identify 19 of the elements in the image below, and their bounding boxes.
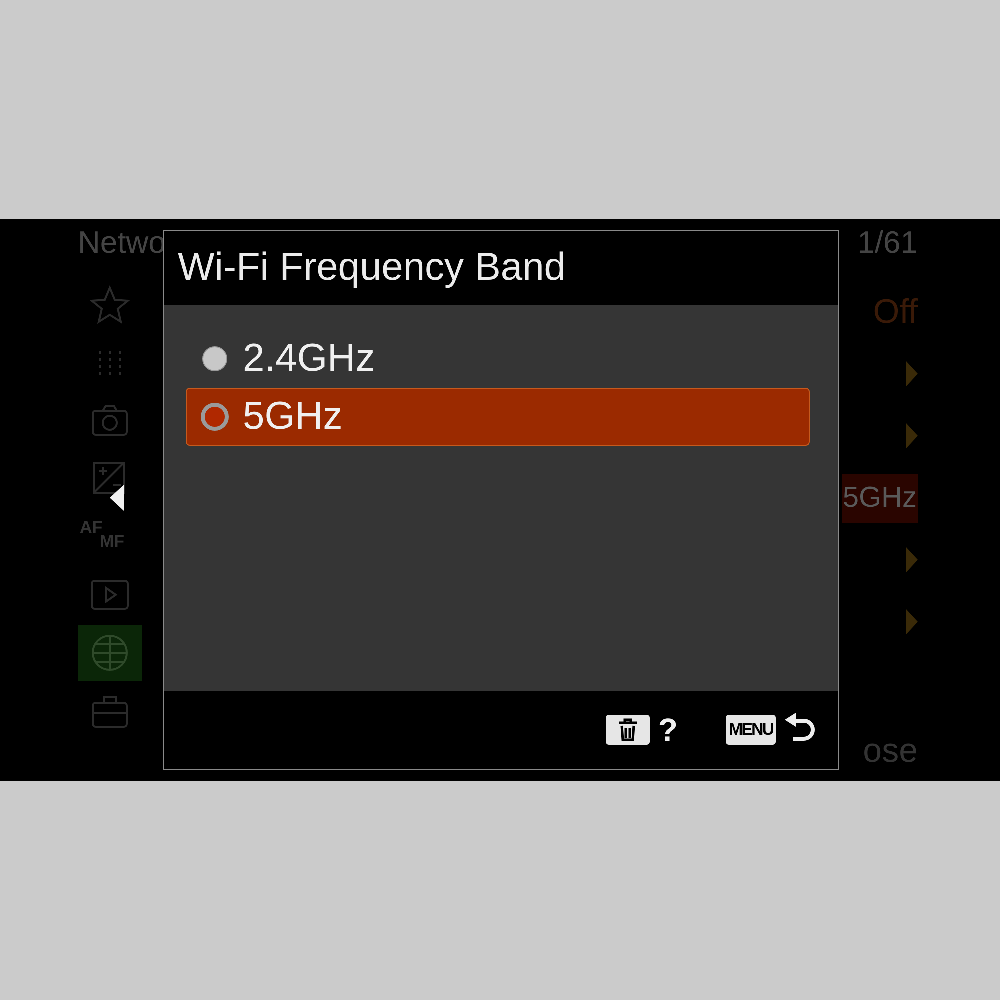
setting-value: 5GHz — [842, 474, 918, 522]
trash-icon — [618, 718, 638, 742]
radio-icon — [201, 403, 229, 431]
page-number: 1/61 — [858, 225, 918, 262]
setting-value: Off — [873, 292, 918, 332]
left-arrow-icon — [110, 485, 124, 511]
chevron-icon — [906, 361, 918, 387]
radio-icon — [201, 345, 229, 373]
option[interactable]: 2.4GHz — [186, 330, 810, 388]
dialog-title: Wi-Fi Frequency Band — [177, 245, 567, 291]
star-icon — [90, 285, 130, 325]
chevron-icon — [906, 547, 918, 573]
menu-key: MENU — [726, 715, 776, 745]
chevron-icon — [906, 423, 918, 449]
menu-title: Netwo — [78, 225, 166, 262]
option[interactable]: 5GHz — [186, 388, 810, 446]
globe-icon — [90, 633, 130, 673]
chevron-icon — [906, 609, 918, 635]
help-label: ? — [658, 712, 678, 748]
